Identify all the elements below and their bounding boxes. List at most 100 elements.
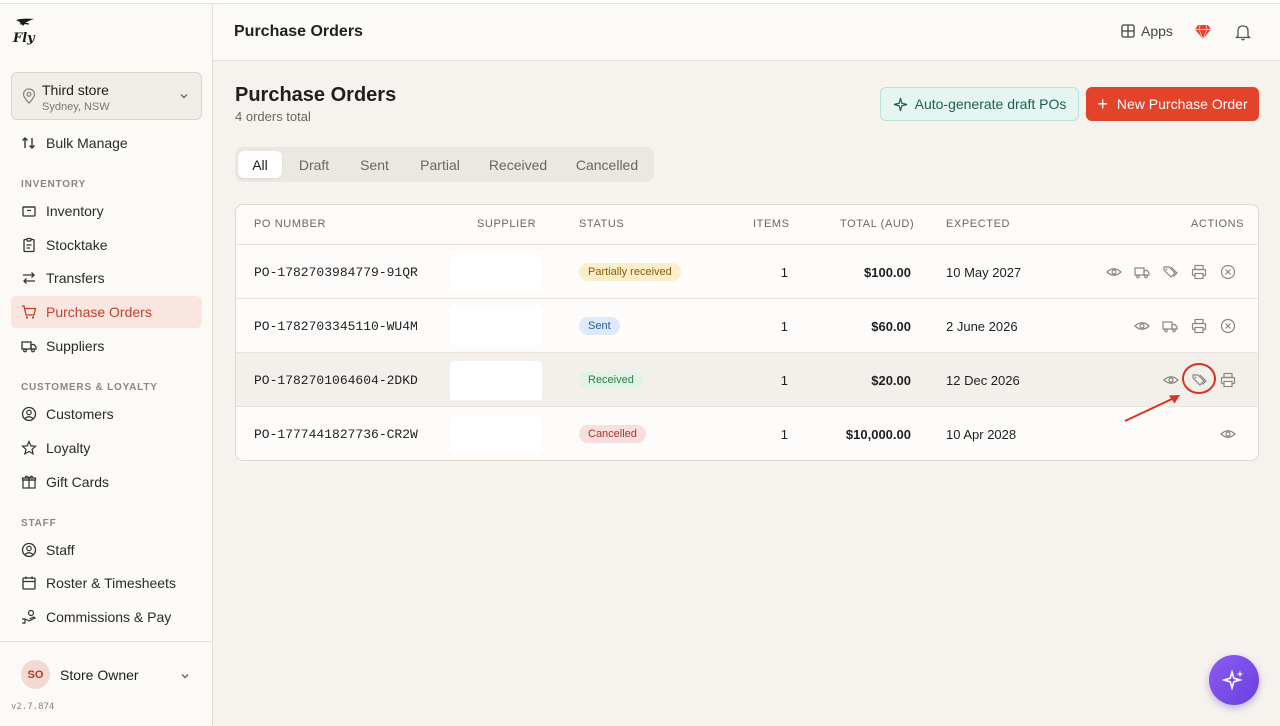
sidebar: Fly Third store Sydney, NSW Bulk Manage … [0,4,213,726]
expected-date: 10 May 2027 [946,264,1022,280]
column-header-total[interactable]: TOTAL (AUD) [840,218,914,230]
table-header: PO NUMBER SUPPLIER STATUS ITEMS TOTAL (A… [236,205,1258,245]
person-circle-icon [21,542,37,558]
tab-all[interactable]: All [238,151,282,178]
sidebar-item-label: Gift Cards [46,474,110,490]
cart-icon [21,304,37,320]
section-label-inventory: INVENTORY [21,179,86,190]
status-cell: Received [579,353,643,407]
table-row[interactable]: PO-1777441827736-CR2W Cancelled 1 $10,00… [236,407,1258,460]
sidebar-item-label: Loyalty [46,440,91,456]
supplier-logo [450,415,542,454]
status-badge: Partially received [579,263,681,281]
receive-truck-icon[interactable] [1162,318,1178,334]
column-header-status[interactable]: STATUS [579,218,624,230]
sidebar-item-transfers[interactable]: Transfers [11,262,202,294]
new-purchase-order-button[interactable]: + New Purchase Order [1086,87,1259,121]
auto-generate-button[interactable]: Auto-generate draft POs [880,87,1079,121]
sidebar-item-commissions[interactable]: Commissions & Pay [11,601,202,633]
sparkles-icon [1222,669,1244,691]
printer-icon[interactable] [1191,264,1207,280]
tab-cancelled[interactable]: Cancelled [563,151,651,178]
po-number[interactable]: PO-1782703345110-WU4M [254,299,418,353]
column-header-items[interactable]: ITEMS [753,218,790,230]
po-number[interactable]: PO-1777441827736-CR2W [254,407,418,460]
receive-truck-icon[interactable] [1134,264,1150,280]
items-count: 1 [780,264,788,280]
hand-coins-icon [21,609,37,625]
sidebar-item-label: Transfers [46,270,105,286]
section-label-customers: CUSTOMERS & LOYALTY [21,382,158,393]
purchase-orders-table: PO NUMBER SUPPLIER STATUS ITEMS TOTAL (A… [235,204,1259,461]
header-title: Purchase Orders [234,23,363,40]
sidebar-item-bulk-manage[interactable]: Bulk Manage [11,127,202,159]
tab-draft[interactable]: Draft [286,151,342,178]
location-pin-icon [22,88,36,104]
sidebar-item-staff[interactable]: Staff [11,534,202,566]
cancel-circle-icon[interactable] [1220,318,1236,334]
table-row[interactable]: PO-1782703345110-WU4M Sent 1 $60.00 2 Ju… [236,299,1258,353]
po-number[interactable]: PO-1782701064604-2DKD [254,353,418,407]
gem-icon[interactable] [1194,23,1212,41]
user-menu[interactable]: SO Store Owner [0,641,213,726]
app-version: v2.7.874 [11,702,55,712]
tab-partial[interactable]: Partial [407,151,473,178]
cancel-circle-icon[interactable] [1220,264,1236,280]
sidebar-item-label: Staff [46,542,75,558]
store-location: Sydney, NSW [42,101,110,113]
status-cell: Partially received [579,245,681,299]
sidebar-item-inventory[interactable]: Inventory [11,195,202,227]
sidebar-item-label: Roster & Timesheets [46,575,176,591]
ai-assistant-button[interactable] [1209,655,1259,705]
po-number[interactable]: PO-1782703984779-91QR [254,245,418,299]
avatar: SO [21,660,50,689]
sidebar-item-suppliers[interactable]: Suppliers [11,330,202,362]
status-cell: Sent [579,299,620,353]
items-count: 1 [780,372,788,388]
printer-icon[interactable] [1191,318,1207,334]
sidebar-item-purchase-orders[interactable]: Purchase Orders [11,296,202,328]
items-count: 1 [780,426,788,442]
tab-sent[interactable]: Sent [346,151,403,178]
auto-generate-label: Auto-generate draft POs [914,96,1067,112]
sidebar-item-label: Suppliers [46,338,105,354]
status-badge: Sent [579,317,620,335]
top-header: Purchase Orders Apps [213,4,1280,61]
supplier-logo [450,307,542,346]
printer-icon[interactable] [1220,372,1236,388]
view-eye-icon[interactable] [1163,372,1179,388]
order-total: $60.00 [871,318,911,334]
expected-date: 12 Dec 2026 [946,372,1020,388]
column-header-supplier[interactable]: SUPPLIER [477,218,536,230]
order-total: $20.00 [871,372,911,388]
view-eye-icon[interactable] [1220,426,1236,442]
sidebar-item-gift-cards[interactable]: Gift Cards [11,466,202,498]
tab-received[interactable]: Received [477,151,559,178]
tags-icon[interactable] [1162,264,1178,280]
sidebar-item-roster[interactable]: Roster & Timesheets [11,567,202,599]
annotation-arrow [1124,395,1180,422]
page-subtitle: 4 orders total [235,109,311,124]
sidebar-item-loyalty[interactable]: Loyalty [11,432,202,464]
supplier-logo [450,253,542,292]
table-row[interactable]: PO-1782703984779-91QR Partially received… [236,245,1258,299]
sidebar-item-label: Commissions & Pay [46,609,172,625]
apps-button[interactable]: Apps [1121,23,1173,39]
grid-icon [1121,24,1135,38]
column-header-actions: ACTIONS [1191,218,1245,230]
app-logo[interactable]: Fly [12,18,36,50]
view-eye-icon[interactable] [1106,264,1122,280]
store-selector[interactable]: Third store Sydney, NSW [11,72,202,120]
table-row[interactable]: PO-1782701064604-2DKD Received 1 $20.00 … [236,353,1258,407]
view-eye-icon[interactable] [1134,318,1150,334]
bell-icon[interactable] [1234,23,1252,41]
expected-date: 2 June 2026 [946,318,1018,334]
order-total: $100.00 [864,264,911,280]
column-header-po-number[interactable]: PO NUMBER [254,218,326,230]
column-header-expected[interactable]: EXPECTED [946,218,1010,230]
sidebar-item-label: Inventory [46,203,104,219]
sidebar-item-stocktake[interactable]: Stocktake [11,229,202,261]
sidebar-item-customers[interactable]: Customers [11,398,202,430]
status-tabs: All Draft Sent Partial Received Cancelle… [235,147,654,182]
status-badge: Cancelled [579,425,646,443]
